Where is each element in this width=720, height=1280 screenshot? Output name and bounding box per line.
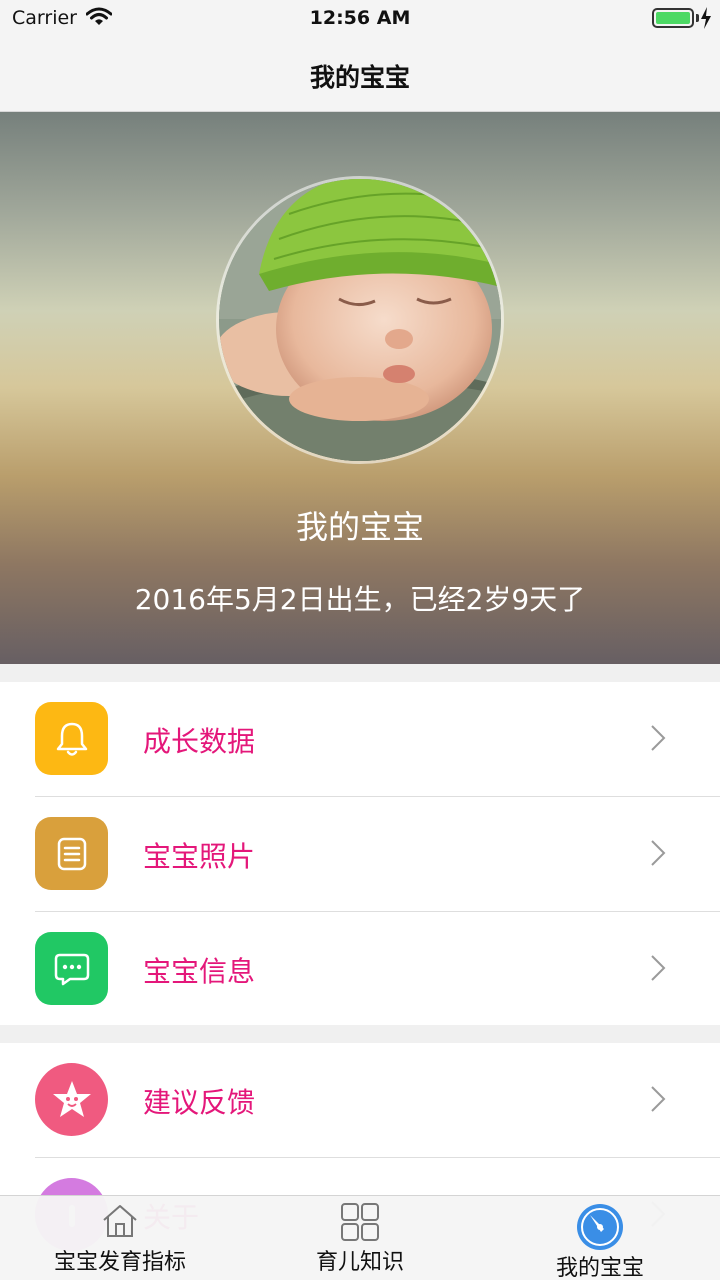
navigation-bar: 我的宝宝: [0, 38, 720, 112]
chevron-right-icon: [650, 1085, 666, 1117]
tab-parenting-knowledge[interactable]: 育儿知识: [240, 1196, 480, 1280]
tab-development[interactable]: 宝宝发育指标: [0, 1196, 240, 1280]
menu-item-label: 成长数据: [143, 725, 256, 758]
menu-item-growth-data[interactable]: 成长数据: [0, 682, 720, 797]
message-icon: [35, 932, 108, 1005]
menu-item-label: 宝宝照片: [143, 840, 256, 873]
compass-icon: [480, 1202, 720, 1256]
page-title: 我的宝宝: [309, 63, 410, 92]
document-icon: [35, 817, 108, 890]
menu-item-baby-photos[interactable]: 宝宝照片: [0, 797, 720, 912]
tab-my-baby[interactable]: 我的宝宝: [480, 1196, 720, 1280]
grid-icon: [240, 1202, 480, 1246]
bell-icon: [35, 702, 108, 775]
menu-group-secondary: 建议反馈 关于: [0, 1043, 720, 1251]
birth-info: 2016年5月2日出生，已经2岁9天了: [134, 583, 586, 616]
battery-cap: [696, 14, 699, 22]
profile-header: 我的宝宝 2016年5月2日出生，已经2岁9天了: [0, 112, 720, 664]
tab-label: 我的宝宝: [555, 1256, 644, 1280]
menu-item-feedback[interactable]: 建议反馈: [0, 1043, 720, 1158]
status-bar: Carrier 12:56 AM: [0, 0, 720, 38]
menu-group-primary: 成长数据 宝宝照片 宝宝信息: [0, 682, 720, 1025]
tab-label: 宝宝发育指标: [53, 1250, 186, 1275]
menu-item-label: 建议反馈: [143, 1086, 256, 1119]
chevron-right-icon: [650, 724, 666, 756]
battery-icon: [652, 8, 694, 28]
star-face-icon: [35, 1063, 108, 1136]
chevron-right-icon: [650, 954, 666, 986]
tab-bar: 宝宝发育指标 育儿知识 我的宝宝: [0, 1195, 720, 1280]
tab-label: 育儿知识: [315, 1250, 404, 1275]
home-icon: [0, 1202, 240, 1244]
charging-icon: [700, 7, 712, 33]
status-time: 12:56 AM: [309, 7, 411, 29]
chevron-right-icon: [650, 839, 666, 871]
menu-item-baby-info[interactable]: 宝宝信息: [0, 912, 720, 1027]
menu-item-label: 宝宝信息: [143, 955, 256, 988]
baby-name: 我的宝宝: [295, 508, 424, 546]
baby-avatar[interactable]: [216, 176, 504, 464]
